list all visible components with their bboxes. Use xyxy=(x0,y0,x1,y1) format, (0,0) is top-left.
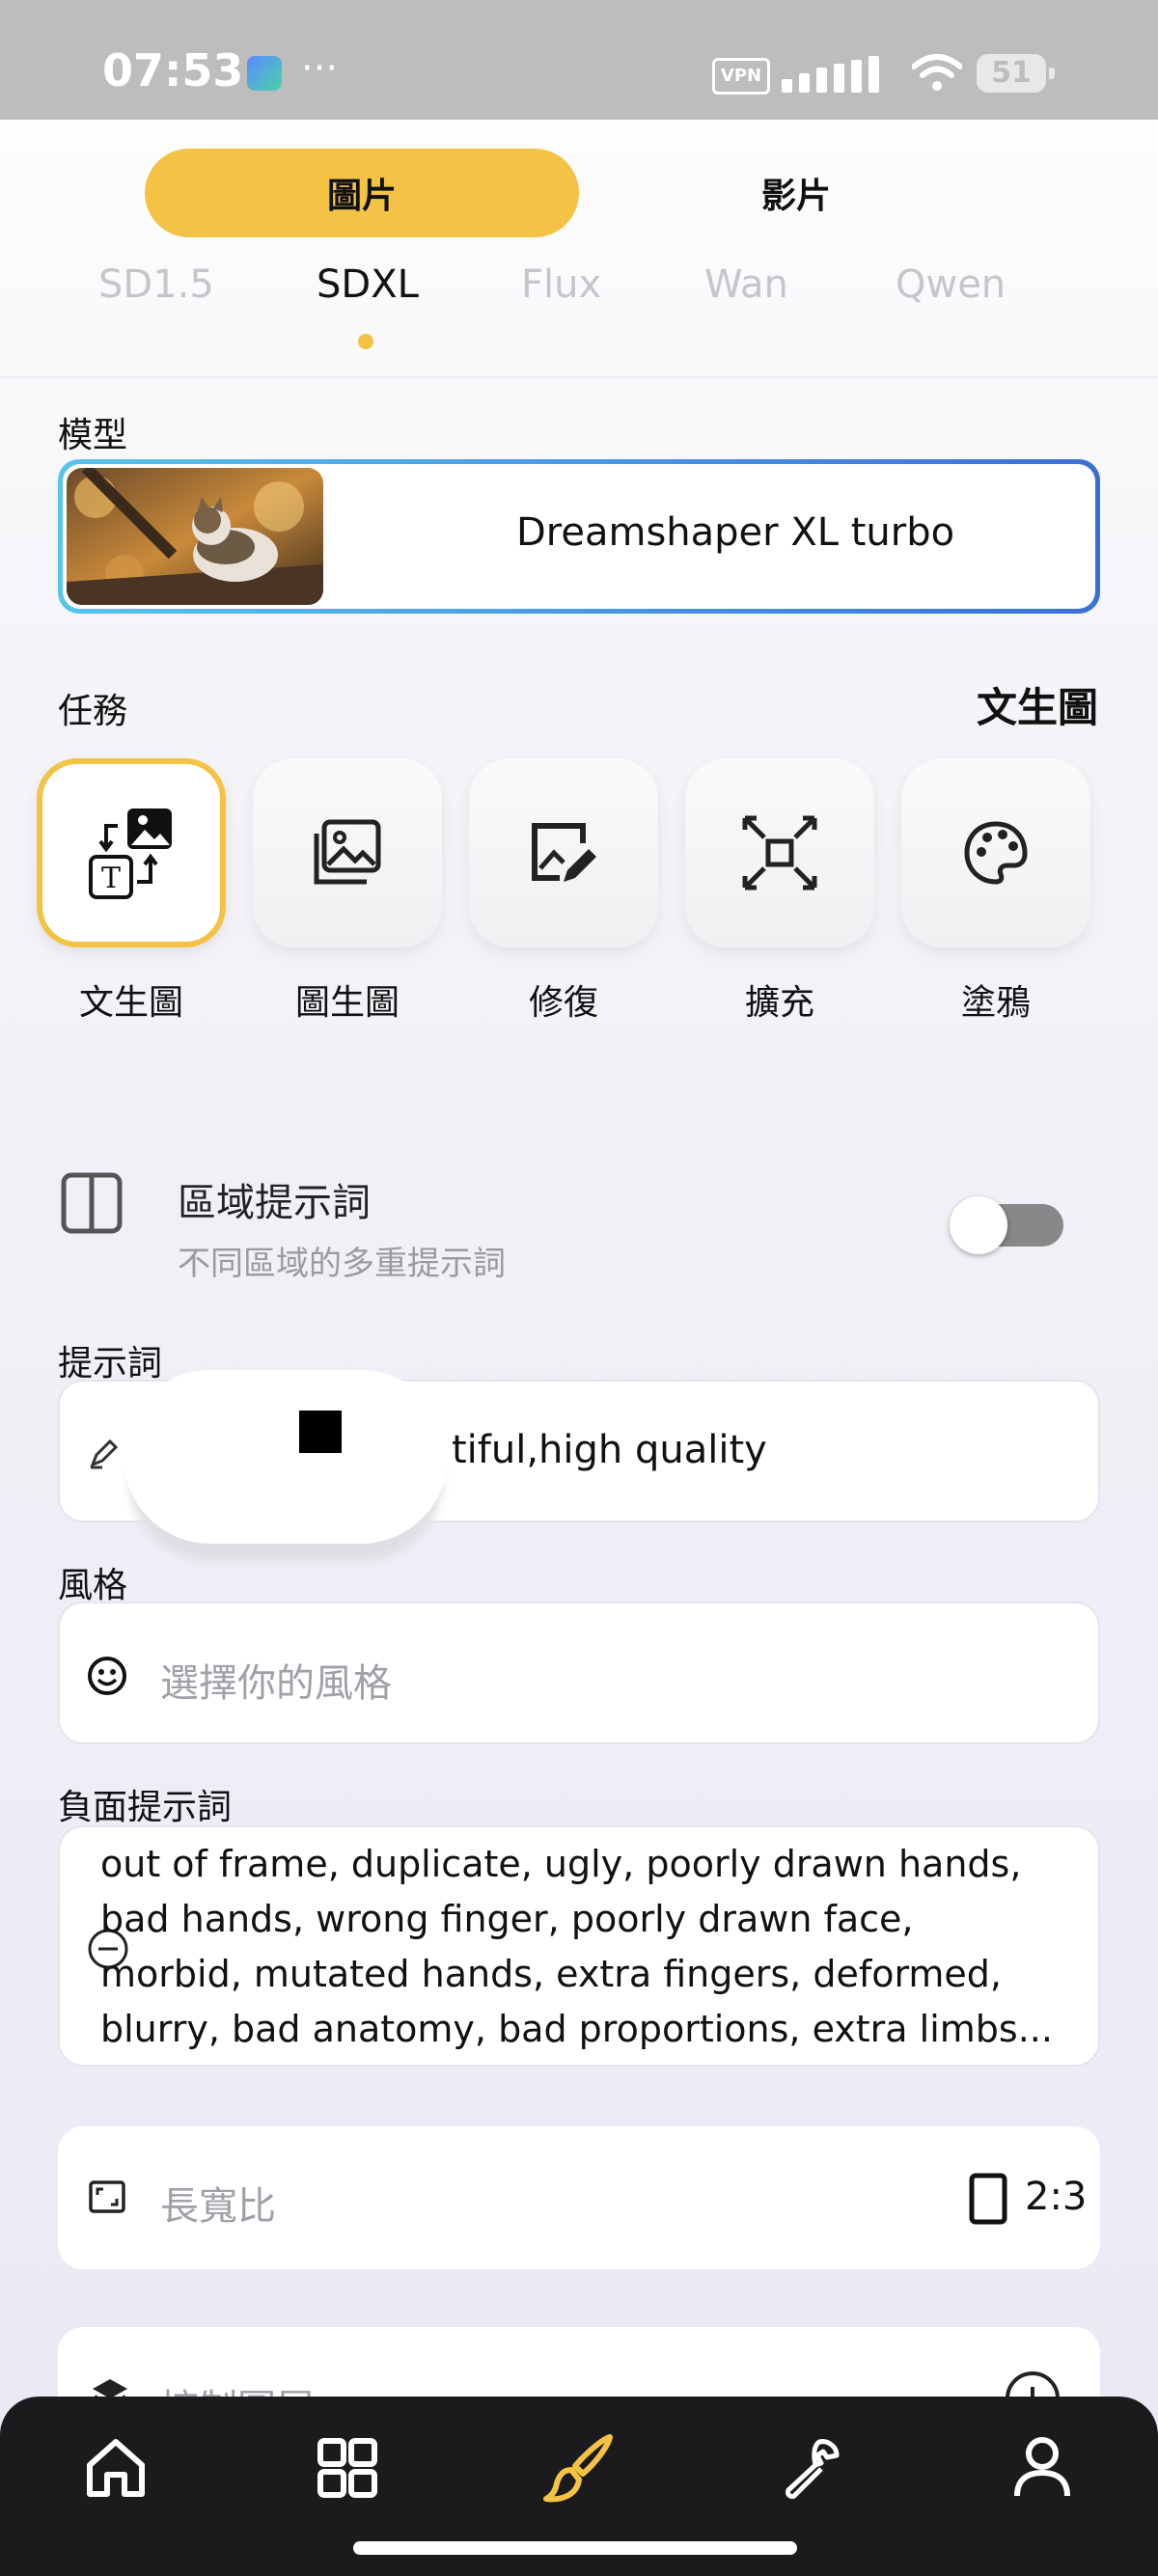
redaction-overlay xyxy=(124,1370,448,1544)
style-field[interactable]: 選擇你的風格 xyxy=(58,1602,1100,1744)
tab-wan[interactable]: Wan xyxy=(704,262,788,307)
model-family-tabs: SD1.5 SDXL Flux Wan Qwen xyxy=(0,262,1158,340)
inpaint-icon xyxy=(532,823,596,882)
tab-qwen[interactable]: Qwen xyxy=(896,262,1006,307)
task-text-to-image[interactable]: T xyxy=(37,758,226,947)
aspect-ratio-icon xyxy=(89,2180,125,2213)
paintbrush-icon xyxy=(543,2434,613,2503)
aspect-ratio-value: 2:3 xyxy=(1025,2175,1088,2219)
status-bar: 07:53 ··· VPN 51 xyxy=(0,0,1158,120)
model-thumbnail xyxy=(67,468,323,605)
tab-video[interactable]: 影片 xyxy=(579,149,1013,237)
task-label-inpaint: 修復 xyxy=(528,983,598,1023)
task-doodle[interactable] xyxy=(901,758,1090,947)
regional-prompt-title: 區域提示詞 xyxy=(178,1181,371,1225)
model-label: 模型 xyxy=(58,416,128,455)
task-label-doodle: 塗鴉 xyxy=(960,983,1031,1023)
vpn-icon: VPN xyxy=(712,58,770,95)
wrench-icon xyxy=(786,2439,840,2499)
regional-prompt-subtitle: 不同區域的多重提示詞 xyxy=(178,1245,506,1283)
aspect-ratio-label: 長寬比 xyxy=(160,2184,276,2229)
tab-image[interactable]: 圖片 xyxy=(145,149,579,237)
expand-icon xyxy=(742,815,817,891)
task-inpaint[interactable] xyxy=(469,758,658,947)
text-to-image-icon: T xyxy=(89,808,172,899)
divider xyxy=(0,376,1158,378)
svg-text:T: T xyxy=(101,862,121,895)
palette-icon xyxy=(964,821,1028,885)
nav-gallery[interactable] xyxy=(311,2431,384,2505)
image-to-image-icon xyxy=(314,819,381,885)
signal-icon xyxy=(782,52,894,93)
nav-profile[interactable] xyxy=(1006,2431,1079,2505)
style-label: 風格 xyxy=(58,1566,128,1605)
nav-home[interactable] xyxy=(79,2431,152,2505)
style-placeholder: 選擇你的風格 xyxy=(160,1661,392,1706)
tab-flux[interactable]: Flux xyxy=(521,262,601,307)
regional-prompt-toggle[interactable] xyxy=(950,1196,1063,1254)
prompt-label: 提示詞 xyxy=(58,1344,163,1384)
redaction-square xyxy=(299,1411,342,1453)
task-label: 任務 xyxy=(58,692,128,731)
more-notifications-icon: ··· xyxy=(301,46,339,91)
tab-sd15[interactable]: SD1.5 xyxy=(98,262,214,307)
nav-tools[interactable] xyxy=(774,2431,847,2505)
pen-icon xyxy=(90,1439,119,1469)
negative-prompt-value: out of frame, duplicate, ugly, poorly dr… xyxy=(100,1843,1053,2050)
model-selector[interactable]: Dreamshaper XL turbo xyxy=(58,459,1100,614)
active-tab-indicator xyxy=(358,334,373,349)
task-label-image-to-image: 圖生圖 xyxy=(294,983,400,1023)
battery-tip xyxy=(1049,68,1055,79)
model-name: Dreamshaper XL turbo xyxy=(516,510,955,555)
toggle-knob xyxy=(950,1196,1007,1254)
grid-icon xyxy=(317,2438,377,2498)
task-label-expand: 擴充 xyxy=(744,983,814,1023)
current-task: 文生圖 xyxy=(976,684,1098,731)
wifi-icon xyxy=(912,54,962,91)
battery-icon: 51 xyxy=(977,54,1046,93)
portrait-frame-icon xyxy=(969,2173,1007,2225)
user-icon xyxy=(1014,2437,1070,2497)
task-expand[interactable] xyxy=(685,758,874,947)
nav-create[interactable] xyxy=(542,2431,616,2505)
smiley-icon xyxy=(88,1657,126,1695)
status-time: 07:53 xyxy=(102,44,244,96)
negative-prompt-label: 負面提示詞 xyxy=(58,1788,233,1827)
prompt-value: tiful,high quality xyxy=(452,1428,767,1472)
task-label-text-to-image: 文生圖 xyxy=(78,983,183,1023)
home-icon xyxy=(87,2439,145,2497)
split-panel-icon xyxy=(61,1172,123,1234)
task-image-to-image[interactable] xyxy=(253,758,442,947)
home-indicator[interactable] xyxy=(353,2541,797,2555)
tab-sdxl[interactable]: SDXL xyxy=(317,262,419,307)
aspect-ratio-row[interactable]: 長寬比 2:3 xyxy=(58,2126,1100,2269)
app-notification-icon xyxy=(247,56,282,91)
